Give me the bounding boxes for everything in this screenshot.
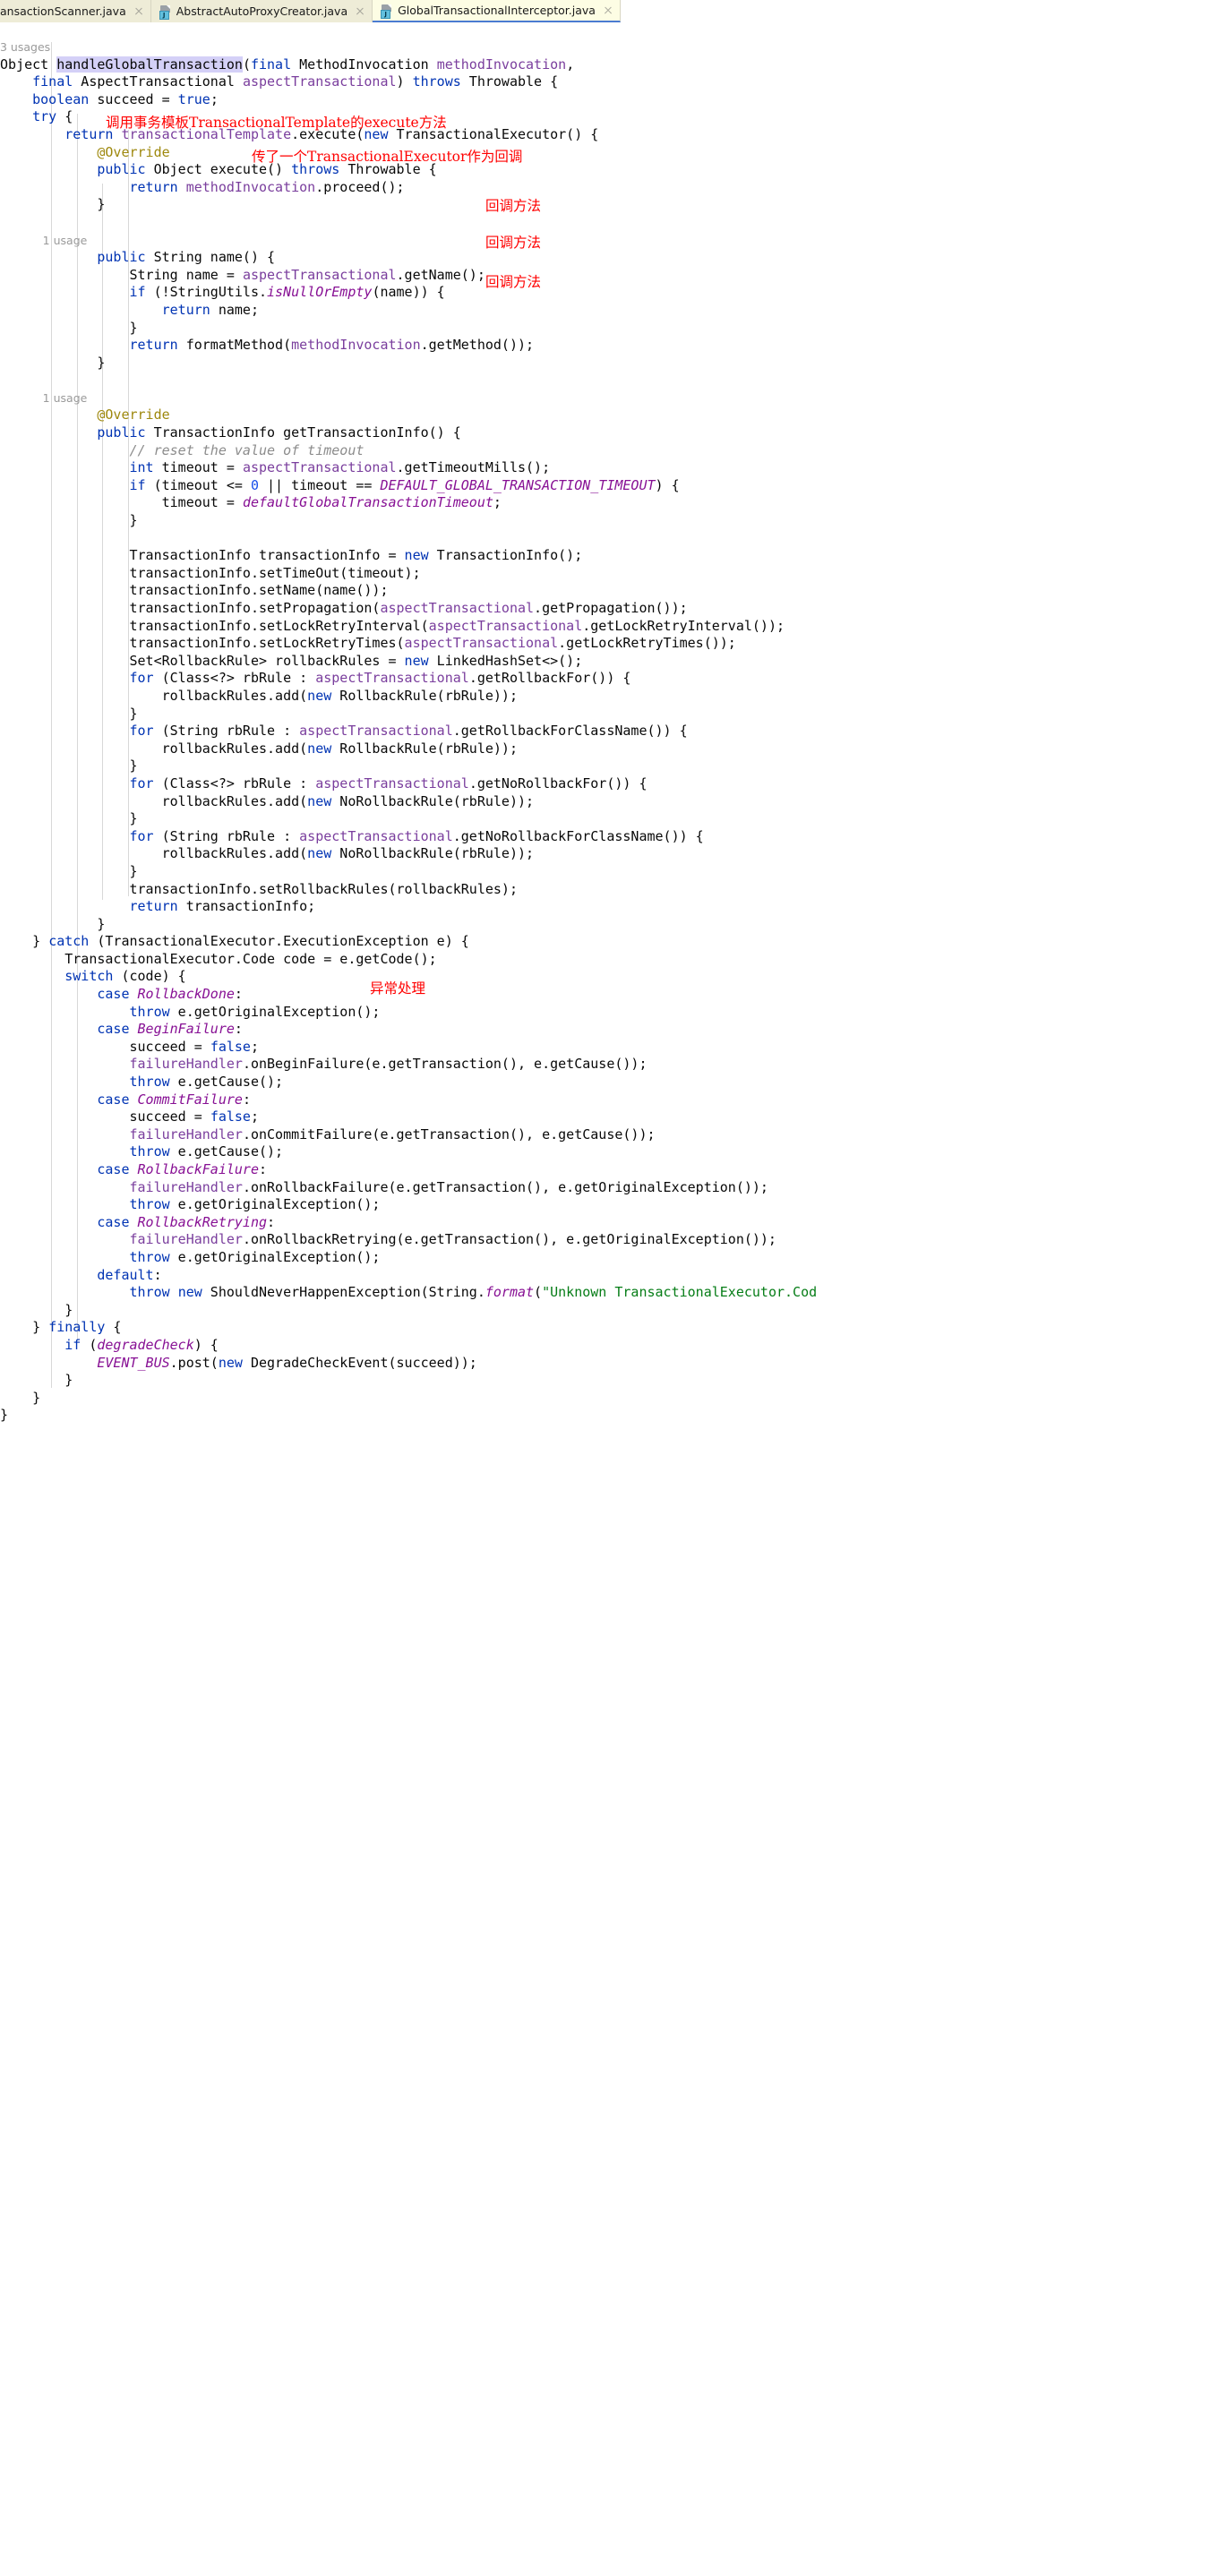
annotation-callback-3: 回调方法 [485,274,542,290]
annotation-pass-executor: 传了一个TransactionalExecutor作为回调 [252,149,523,165]
close-icon[interactable] [355,6,365,17]
tab-abstract-auto-proxy-creator[interactable]: J AbstractAutoProxyCreator.java [150,0,373,22]
code-editor-pane[interactable]: 3 usages Object handleGlobalTransaction(f… [0,22,1218,2576]
java-file-icon: J [381,4,392,19]
annotation-callback-2: 回调方法 [485,235,542,251]
close-icon[interactable] [133,6,144,17]
tab-bar-filler [620,0,1218,22]
annotation-callback-1: 回调方法 [485,198,542,214]
source-code: 3 usages Object handleGlobalTransaction(f… [0,40,818,1424]
tab-label: AbstractAutoProxyCreator.java [176,4,348,18]
close-icon[interactable] [603,5,613,16]
java-file-icon: J [159,4,171,20]
tab-global-transactional-interceptor[interactable]: J GlobalTransactionalInterceptor.java [373,0,621,22]
annotation-execute-template: 调用事务模板TransactionalTemplate的execute方法 [106,115,447,131]
tab-label: GlobalTransactionalInterceptor.java [398,4,596,17]
editor-tab-bar: ansactionScanner.java J AbstractAutoProx… [0,0,1218,23]
tab-label: ansactionScanner.java [0,4,126,18]
tab-transaction-scanner[interactable]: ansactionScanner.java [0,0,151,22]
annotation-exception-handle: 异常处理 [370,980,426,997]
